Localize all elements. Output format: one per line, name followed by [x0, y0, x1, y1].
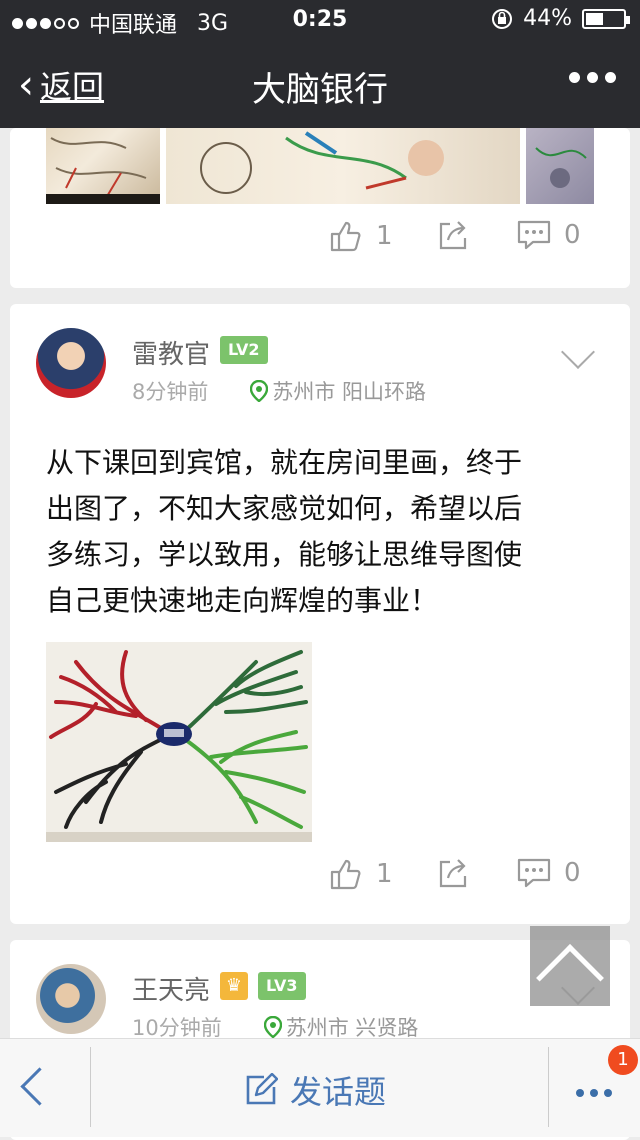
bottom-toolbar: 发话题 1 — [0, 1038, 640, 1137]
post-body: 从下课回到宾馆，就在房间里画，终于 出图了，不知大家感觉如何，希望以后 多练习，… — [46, 440, 606, 624]
comment-icon — [517, 858, 551, 888]
share-icon — [439, 859, 467, 888]
share-button[interactable] — [436, 856, 470, 890]
comment-count: 0 — [564, 220, 581, 250]
avatar[interactable] — [36, 964, 106, 1034]
status-bar: 中国联通 3G 0:25 44% — [0, 0, 640, 40]
battery-icon — [582, 8, 630, 29]
chevron-up-icon — [536, 944, 604, 1012]
divider — [90, 1047, 91, 1127]
like-count: 1 — [376, 221, 393, 251]
location-pin-icon — [263, 1016, 282, 1038]
comment-count: 0 — [564, 858, 581, 888]
post-time: 8分钟前 — [132, 380, 209, 404]
compose-label: 发话题 — [290, 1073, 387, 1111]
chevron-down-icon[interactable] — [561, 335, 595, 369]
post-card: 雷教官 LV2 8分钟前 苏州市 阳山环路 从下课回到宾馆，就在房间里画，终于 … — [10, 304, 630, 924]
more-menu-button[interactable] — [569, 72, 616, 83]
nav-bar: ‹ 返回 大脑银行 — [0, 40, 640, 128]
like-count: 1 — [376, 859, 393, 889]
author-name[interactable]: 王天亮 — [132, 970, 210, 1007]
post-image[interactable] — [526, 128, 594, 204]
post-image[interactable] — [46, 128, 160, 204]
comment-icon — [517, 220, 551, 250]
crown-icon: ♛ — [220, 972, 248, 1000]
location-pin-icon — [250, 380, 269, 402]
like-button[interactable]: 1 — [328, 856, 393, 892]
more-options-button[interactable] — [576, 1089, 612, 1097]
comment-button[interactable]: 0 — [516, 218, 581, 252]
post-text-line: 从下课回到宾馆，就在房间里画，终于 — [46, 446, 523, 479]
avatar[interactable] — [36, 328, 106, 398]
post-text-line: 多练习，学以致用，能够让思维导图使 — [46, 538, 523, 571]
thumbs-up-icon — [330, 859, 361, 890]
back-arrow-icon[interactable] — [20, 1067, 59, 1106]
divider — [548, 1047, 549, 1127]
page-title: 大脑银行 — [252, 70, 388, 110]
share-icon — [439, 221, 467, 250]
post-card: 1 0 — [10, 128, 630, 288]
scroll-to-top-button[interactable] — [530, 926, 610, 1012]
mind-map-image[interactable] — [46, 642, 312, 842]
thumbs-up-icon — [330, 221, 361, 252]
comment-button[interactable]: 0 — [516, 856, 581, 890]
level-badge: LV3 — [258, 972, 306, 1000]
battery-percent: 44% — [523, 6, 572, 31]
level-badge: LV2 — [220, 336, 268, 364]
like-button[interactable]: 1 — [328, 218, 393, 254]
post-image[interactable] — [166, 128, 520, 204]
share-button[interactable] — [436, 218, 470, 252]
author-name[interactable]: 雷教官 — [132, 334, 210, 371]
edit-icon — [246, 1073, 278, 1105]
notification-badge: 1 — [608, 1045, 638, 1075]
compose-topic-button[interactable]: 发话题 — [244, 1067, 386, 1113]
post-location: 苏州市 阳山环路 — [272, 380, 427, 404]
post-text-line: 出图了，不知大家感觉如何，希望以后 — [46, 492, 523, 525]
post-text-line: 自己更快速地走向辉煌的事业！ — [46, 584, 439, 617]
orientation-lock-icon — [492, 8, 513, 29]
